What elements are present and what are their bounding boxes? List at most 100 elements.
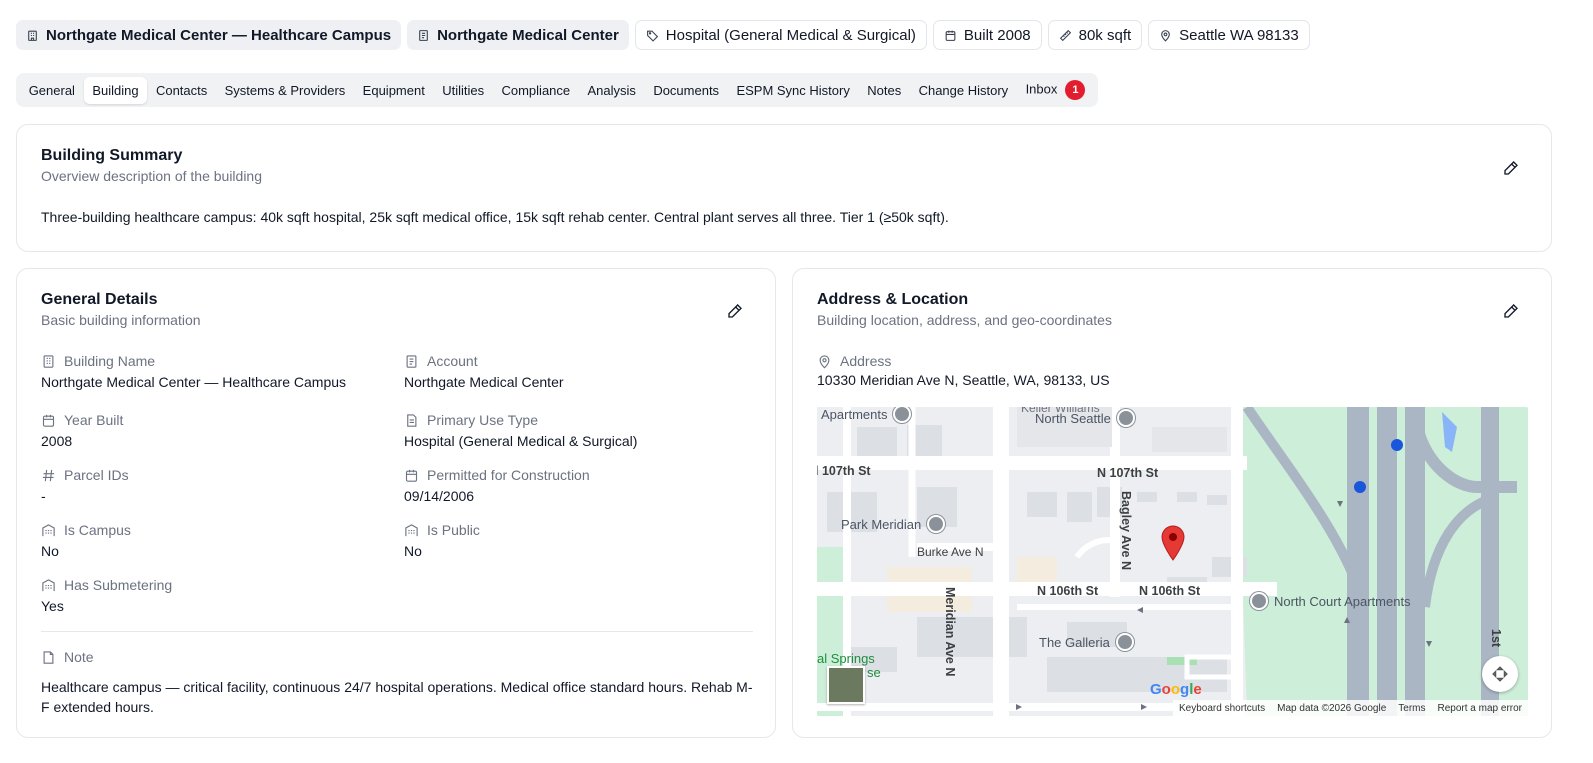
field-is-public: Is Public No: [404, 522, 480, 559]
field-parcel-ids: Parcel IDs -: [41, 467, 129, 504]
tab-notes[interactable]: Notes: [859, 77, 910, 104]
edit-summary-button[interactable]: [1499, 156, 1523, 180]
location-chip-label: Seattle WA 98133: [1179, 26, 1299, 44]
location-map[interactable]: l 107th St N 107th St N 106th St N 106th…: [817, 407, 1528, 716]
divider: [41, 631, 753, 632]
poi-marker-icon: [1250, 592, 1268, 610]
fullscreen-button[interactable]: [1482, 656, 1518, 692]
building-chip-label: Northgate Medical Center — Healthcare Ca…: [46, 26, 392, 44]
card-title: General Details: [41, 291, 158, 308]
satellite-toggle[interactable]: [827, 666, 865, 704]
tab-inbox[interactable]: Inbox 1: [1017, 74, 1094, 106]
tab-building[interactable]: Building: [83, 76, 148, 104]
poi-label: Park Meridian: [841, 516, 922, 532]
field-is-campus: Is Campus No: [41, 522, 131, 559]
poi-north-court[interactable]: North Court Apartments: [1250, 592, 1411, 610]
poi-marker-icon: [893, 407, 912, 423]
tab-utilities[interactable]: Utilities: [434, 77, 493, 104]
field-label: Primary Use Type: [427, 412, 538, 428]
poi-north-seattle[interactable]: North Seattle: [1035, 409, 1135, 427]
field-primary-use: Primary Use Type Hospital (General Medic…: [404, 412, 637, 449]
built-chip-label: Built 2008: [963, 26, 1031, 44]
field-value: Yes: [41, 598, 64, 614]
field-note: Note: [41, 649, 94, 665]
pencil-icon: [1504, 304, 1518, 318]
location-pin-icon[interactable]: [1160, 525, 1186, 561]
ruler-icon: [1059, 29, 1071, 41]
tab-general[interactable]: General: [20, 77, 84, 104]
card-title: Building Summary: [41, 147, 183, 164]
poi-park-meridian[interactable]: Park Meridian: [841, 515, 946, 533]
tab-documents[interactable]: Documents: [645, 77, 728, 104]
google-logo: Google: [1150, 681, 1202, 698]
building-chip[interactable]: Northgate Medical Center — Healthcare Ca…: [16, 20, 402, 50]
terms-link[interactable]: Terms: [1398, 703, 1425, 714]
poi-label: North Court Apartments: [1274, 593, 1411, 609]
field-has-submetering: Has Submetering Yes: [41, 577, 172, 614]
hash-icon: [42, 469, 55, 481]
pencil-icon: [1504, 161, 1518, 175]
tab-inbox-label: Inbox: [1025, 81, 1058, 97]
map-data-text: Map data ©2026 Google: [1277, 702, 1387, 714]
street-label: l 107th St: [817, 464, 871, 478]
tab-compliance[interactable]: Compliance: [493, 77, 579, 104]
general-details-card: General Details Basic building informati…: [16, 268, 776, 738]
size-chip-label: 80k sqft: [1078, 26, 1132, 44]
use-type-chip: Hospital (General Medical & Surgical): [634, 20, 927, 50]
campus-icon: [405, 523, 418, 536]
street-label: N 106th St: [1037, 584, 1099, 598]
card-title: Address & Location: [817, 291, 969, 308]
calendar-icon: [945, 30, 956, 41]
field-label: Year Built: [64, 412, 124, 428]
tab-systems-providers[interactable]: Systems & Providers: [216, 77, 354, 104]
card-subtitle: Overview description of the building: [41, 168, 263, 184]
poi-label: North Seattle: [1035, 410, 1111, 426]
use-type-chip-label: Hospital (General Medical & Surgical): [665, 26, 916, 44]
note-text: Healthcare campus — critical facility, c…: [41, 679, 753, 715]
poi-galleria[interactable]: The Galleria: [1039, 633, 1134, 651]
building-summary-card: Building Summary Overview description of…: [16, 124, 1552, 252]
street-label: Meridian Ave N: [943, 587, 957, 677]
field-value: No: [404, 543, 422, 559]
built-chip: Built 2008: [932, 20, 1042, 50]
summary-text: Three-building healthcare campus: 40k sq…: [41, 209, 949, 225]
tab-bar: General Building Contacts Systems & Prov…: [16, 73, 1099, 107]
edit-general-button[interactable]: [723, 299, 747, 323]
street-label: Bagley Ave N: [1119, 491, 1133, 570]
field-label: Note: [64, 649, 94, 665]
edit-address-button[interactable]: [1499, 299, 1523, 323]
tab-espm-sync-history[interactable]: ESPM Sync History: [728, 77, 859, 104]
poi-apartments[interactable]: Apartments: [821, 407, 912, 423]
field-label: Is Public: [427, 522, 480, 538]
account-chip-label: Northgate Medical Center: [437, 26, 619, 44]
campus-icon: [42, 578, 55, 591]
inbox-count-badge: 1: [1065, 80, 1086, 100]
poi-label: Apartments: [821, 407, 888, 422]
account-chip[interactable]: Northgate Medical Center: [407, 20, 629, 50]
field-label: Is Campus: [64, 522, 131, 538]
map-base: [817, 407, 1528, 716]
poi-marker-icon: [927, 515, 946, 533]
tab-equipment[interactable]: Equipment: [354, 77, 434, 104]
field-account: Account Northgate Medical Center: [404, 353, 564, 390]
tab-change-history[interactable]: Change History: [910, 77, 1017, 104]
field-permitted: Permitted for Construction 09/14/2006: [404, 467, 590, 504]
field-value: No: [41, 543, 59, 559]
location-chip: Seattle WA 98133: [1148, 20, 1310, 50]
street-label: N 106th St: [1139, 584, 1201, 598]
report-error-link[interactable]: Report a map error: [1438, 703, 1522, 714]
poi-marker-icon: [1115, 633, 1134, 651]
document-icon: [406, 354, 417, 368]
field-value: Hospital (General Medical & Surgical): [404, 433, 638, 449]
street-label: Burke Ave N: [917, 545, 984, 559]
calendar-icon: [405, 469, 418, 482]
tab-analysis[interactable]: Analysis: [579, 77, 645, 104]
field-address: Address 10330 Meridian Ave N, Seattle, W…: [817, 353, 1110, 388]
note-icon: [43, 650, 54, 664]
tab-contacts[interactable]: Contacts: [147, 77, 216, 104]
map-footer: Keyboard shortcuts Map data ©2026 Google…: [1172, 700, 1528, 716]
keyboard-shortcuts-link[interactable]: Keyboard shortcuts: [1179, 703, 1265, 714]
field-label: Has Submetering: [64, 577, 173, 593]
building-icon: [28, 30, 37, 41]
fullscreen-icon: [1492, 666, 1508, 682]
